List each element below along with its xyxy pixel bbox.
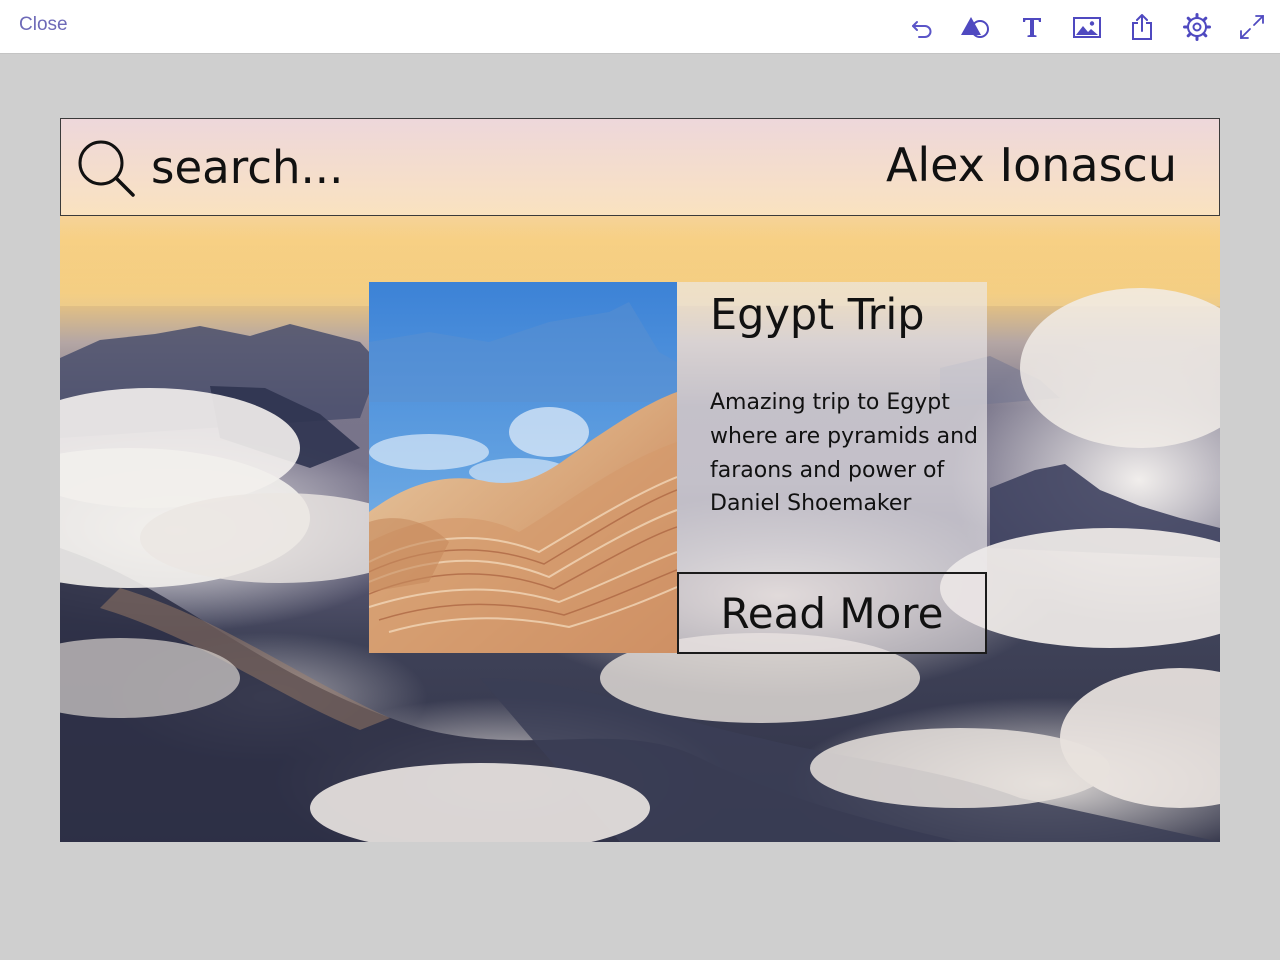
read-more-button[interactable]: Read More	[677, 572, 987, 654]
undo-icon	[912, 21, 932, 38]
image-icon	[1073, 17, 1101, 38]
card-title: Egypt Trip	[710, 290, 925, 340]
search-icon[interactable]	[75, 137, 137, 199]
share-icon	[1132, 14, 1152, 40]
artboard: search... Alex Ionascu Egypt Trip Amazin…	[60, 118, 1220, 842]
trip-card-info: Egypt Trip Amazing trip to Egypt where a…	[677, 282, 987, 572]
user-name[interactable]: Alex Ionascu	[886, 138, 1177, 192]
card-description: Amazing trip to Egypt where are pyramids…	[710, 390, 978, 517]
top-toolbar: Close	[0, 0, 1280, 54]
gear-icon	[1183, 13, 1211, 41]
search-input[interactable]: search...	[151, 141, 343, 194]
image-button[interactable]	[1071, 12, 1103, 42]
share-button[interactable]	[1126, 12, 1158, 42]
shapes-button[interactable]	[960, 12, 992, 42]
close-button[interactable]: Close	[19, 14, 68, 36]
text-icon	[1023, 18, 1041, 37]
text-button[interactable]	[1016, 12, 1048, 42]
trip-photo	[369, 282, 677, 653]
shapes-icon	[961, 17, 989, 38]
undo-button[interactable]	[906, 12, 938, 42]
expand-icon	[1240, 15, 1264, 39]
expand-button[interactable]	[1236, 12, 1268, 42]
header-bar: search... Alex Ionascu	[60, 118, 1220, 216]
settings-button[interactable]	[1181, 12, 1213, 42]
